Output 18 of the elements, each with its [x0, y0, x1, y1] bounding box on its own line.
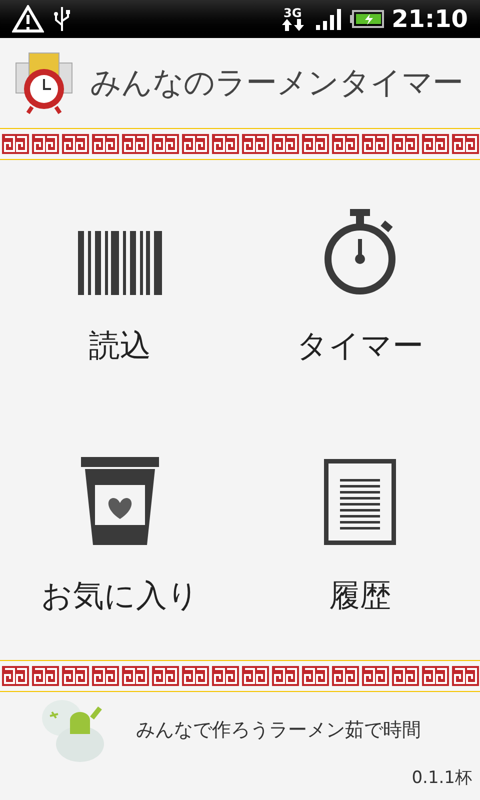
menu-tile[interactable]: 読込 [0, 160, 240, 410]
cup-icon [81, 456, 159, 545]
warning-icon [12, 5, 44, 33]
version-label: 0.1.1杯 [412, 767, 472, 790]
document-icon [324, 458, 396, 545]
battery-icon [350, 10, 384, 28]
barcode-icon [78, 230, 162, 295]
menu-tile[interactable]: お気に入り [0, 410, 240, 660]
clock: 21:10 [392, 4, 468, 35]
app-title: みんなのラーメンタイマー [90, 64, 463, 103]
tagline: みんなで作ろうラーメン茹で時間 [136, 718, 421, 743]
stopwatch-icon [322, 208, 398, 295]
network-label: 3G [283, 7, 302, 19]
data-arrows-icon [282, 19, 304, 31]
menu-tile[interactable]: タイマー [240, 160, 480, 410]
usb-icon [52, 5, 72, 33]
menu-tile[interactable]: 履歴 [240, 410, 480, 660]
signal-icon [316, 8, 342, 30]
